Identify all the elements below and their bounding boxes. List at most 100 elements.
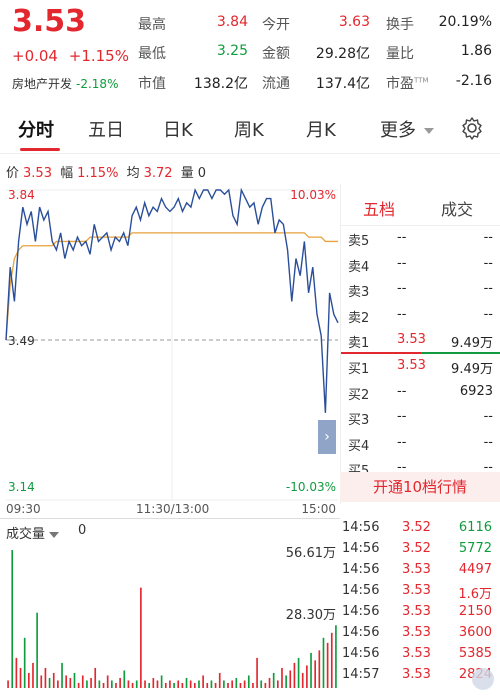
trade-time: 14:56 [342, 562, 379, 577]
volume-bar [20, 668, 22, 688]
trade-time: 14:56 [342, 541, 379, 556]
trade-row: 14:563.532150 [340, 604, 500, 625]
volume-bar [269, 678, 271, 688]
order-label: 买3 [348, 409, 369, 428]
stat-value: 137.4亿 [316, 73, 370, 93]
sector-info[interactable]: 房地产开发-2.18% [12, 75, 118, 92]
volume-bar [277, 680, 279, 688]
order-row: 买13.539.49万 [341, 354, 500, 378]
y-bot-pct: -10.03% [286, 480, 336, 494]
volume-bar [190, 680, 192, 688]
current-price: 3.53 [12, 4, 86, 39]
price-value: 3.53 [23, 166, 52, 181]
volume-bar [111, 680, 113, 688]
avg-label: 均 [127, 166, 140, 181]
stat-label: 最低 [138, 46, 166, 62]
price-change: +0.04 +1.15% [12, 47, 129, 65]
trade-price: 3.53 [402, 625, 431, 640]
volume-bar [219, 673, 221, 688]
tab-trades[interactable]: 成交 [441, 196, 473, 220]
trade-time: 14:56 [342, 646, 379, 661]
stat-2: 换手20.19% [386, 14, 492, 34]
tab-five-levels[interactable]: 五档 [363, 196, 395, 220]
volume-bar [202, 675, 204, 688]
trade-volume: 2150 [459, 604, 492, 619]
volume-bar [318, 650, 320, 688]
volume-bar [144, 680, 146, 688]
order-price: -- [397, 384, 406, 399]
chevron-down-icon [49, 532, 59, 538]
volume-bar [99, 680, 101, 688]
volume-bar [74, 673, 76, 688]
stat-0: 最高 3.84 [138, 14, 248, 34]
volume-chart[interactable]: 56.61万 28.30万 [0, 542, 340, 694]
trade-volume: 1.6万 [458, 583, 492, 602]
order-price: 3.53 [397, 332, 426, 347]
stat-5: 量比1.86 [386, 43, 492, 63]
stat-label: 最高 [138, 17, 166, 33]
stat-value: 3.84 [217, 14, 248, 30]
volume-bar [16, 658, 18, 688]
volume-bar [161, 675, 163, 688]
stat-value: 3.25 [217, 43, 248, 59]
volume-bar [32, 663, 34, 688]
tab-five-day[interactable]: 五日 [88, 116, 124, 142]
active-tab-indicator [20, 148, 60, 151]
volume-bar [231, 680, 233, 688]
trade-time: 14:57 [342, 667, 379, 682]
volume-bar [177, 680, 179, 688]
trade-price: 3.52 [402, 541, 431, 556]
volume-bar [140, 588, 142, 688]
intraday-chart[interactable]: 3.84 10.03% 3.49 3.14 -10.03% › [0, 184, 340, 518]
volume-bar [119, 678, 121, 688]
stat-label: 金额 [262, 46, 290, 62]
intraday-chart-svg[interactable] [0, 184, 340, 518]
crosshair-info: 价3.53 幅1.15% 均3.72 量0 [6, 162, 210, 181]
open-10-level-button[interactable]: 开通10档行情 [340, 472, 500, 502]
volume-bar [302, 673, 304, 688]
time-axis: 09:30 11:30/13:00 15:00 [0, 500, 340, 518]
trade-volume: 6116 [459, 520, 492, 535]
tab-monthly-k[interactable]: 月K [306, 116, 336, 142]
volume-bar [28, 673, 30, 688]
volume-bar [235, 678, 237, 688]
volume-bar [128, 680, 130, 688]
stat-1: 今开3.63 [262, 14, 370, 34]
volume-bar [115, 683, 117, 688]
order-row: 买4---- [341, 431, 500, 455]
volume-bar [49, 678, 51, 688]
trade-list: 14:563.52611614:563.52577214:563.5344971… [340, 518, 500, 694]
trade-time: 14:56 [342, 583, 379, 598]
tab-more[interactable]: 更多 [380, 116, 434, 142]
vol-label: 量 [181, 166, 194, 181]
y-mid-label: 3.49 [8, 334, 35, 348]
watermark-icon [472, 668, 494, 690]
trade-price: 3.52 [402, 520, 431, 535]
trade-time: 14:56 [342, 625, 379, 640]
order-price: -- [397, 435, 406, 450]
change-pct: +1.15% [69, 47, 129, 65]
sector-name: 房地产开发 [12, 77, 72, 91]
stat-3: 最低 3.25 [138, 43, 248, 63]
volume-bar [314, 660, 316, 688]
trade-volume: 5772 [459, 541, 492, 556]
trade-volume: 5385 [459, 646, 492, 661]
volume-bar [78, 683, 80, 688]
indicator-selector[interactable]: 成交量 [6, 523, 59, 542]
time-open: 09:30 [6, 502, 41, 516]
stat-label: 市值 [138, 76, 166, 92]
volume-bar [69, 678, 71, 688]
order-volume: 6923 [460, 384, 493, 399]
volume-bar [298, 658, 300, 688]
chevron-right-icon[interactable]: › [318, 420, 336, 454]
order-price: -- [397, 281, 406, 296]
trade-row: 14:56 3.52 5772 [340, 541, 500, 562]
gear-icon[interactable] [460, 116, 484, 140]
order-label: 卖2 [348, 307, 369, 326]
tab-weekly-k[interactable]: 周K [234, 116, 264, 142]
volume-bar [323, 638, 325, 688]
tab-intraday[interactable]: 分时 [18, 116, 54, 142]
volume-bar [285, 675, 287, 688]
order-price: -- [397, 409, 406, 424]
tab-daily-k[interactable]: 日K [163, 116, 193, 142]
